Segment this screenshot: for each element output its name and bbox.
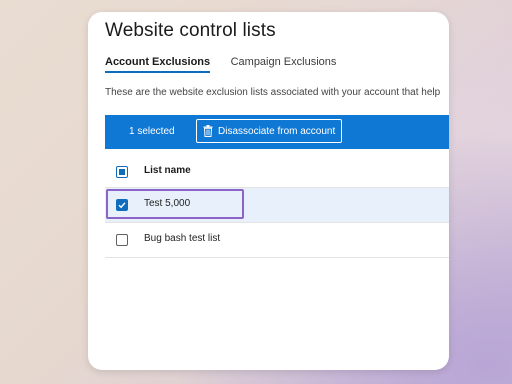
row-checkbox[interactable] bbox=[116, 234, 128, 246]
table-header-row: List name bbox=[105, 155, 449, 188]
select-all-checkbox[interactable] bbox=[116, 166, 128, 178]
selected-count: 1 selected bbox=[129, 126, 175, 137]
description-text: These are the website exclusion lists as… bbox=[105, 87, 441, 98]
page-title: Website control lists bbox=[105, 20, 276, 41]
tab-bar: Account Exclusions Campaign Exclusions bbox=[105, 52, 449, 80]
website-control-lists-panel: Website control lists Account Exclusions… bbox=[88, 12, 449, 370]
trash-icon bbox=[203, 125, 213, 137]
column-header-list-name[interactable]: List name bbox=[144, 165, 191, 176]
checkmark-icon bbox=[118, 202, 126, 209]
table-row[interactable]: Bug bash test list bbox=[105, 223, 449, 258]
tab-campaign-exclusions[interactable]: Campaign Exclusions bbox=[231, 56, 337, 73]
tab-account-exclusions[interactable]: Account Exclusions bbox=[105, 56, 211, 73]
list-name-cell[interactable]: Bug bash test list bbox=[144, 233, 220, 244]
table-row[interactable]: Test 5,000 bbox=[105, 188, 449, 223]
disassociate-label: Disassociate from account bbox=[218, 125, 336, 137]
selection-action-bar: 1 selected Disassociate from account bbox=[105, 115, 449, 149]
list-name-cell[interactable]: Test 5,000 bbox=[144, 198, 190, 209]
row-checkbox[interactable] bbox=[116, 199, 128, 211]
exclusion-lists-table: List name Test 5,000 Bug bash test list bbox=[105, 155, 449, 258]
disassociate-from-account-button[interactable]: Disassociate from account bbox=[196, 119, 343, 143]
